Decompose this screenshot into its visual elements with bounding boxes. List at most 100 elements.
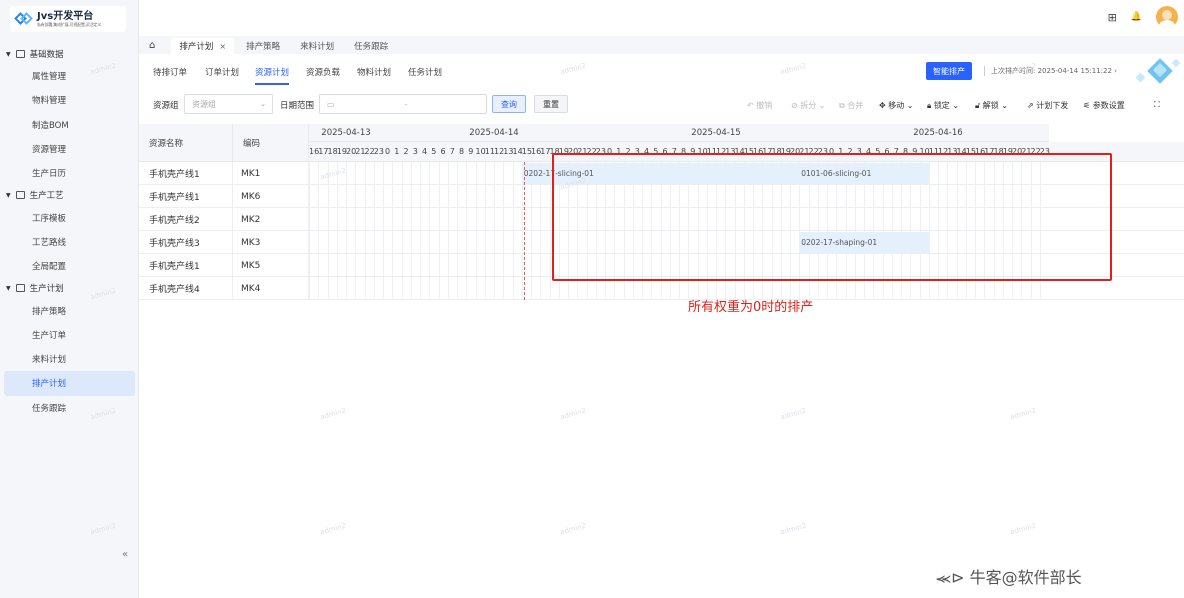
grid-line [401, 162, 403, 300]
hour-label: 19 [336, 147, 347, 156]
sidebar-item[interactable]: 任务跟踪 [0, 396, 139, 420]
grid-line [512, 162, 514, 300]
logo-subtitle: 私有部署,集成扩展,可视配置,灵活定义 [37, 21, 102, 27]
resource-code-cell: MK4 [233, 277, 309, 300]
hour-label: 14 [512, 147, 523, 156]
resource-name-cell: 手机壳产线4 [139, 277, 233, 300]
apps-grid-icon[interactable]: ⊞ [1108, 11, 1117, 24]
caret-down-icon: ▼ [6, 191, 11, 199]
column-header-code[interactable]: 编码 [233, 124, 309, 162]
home-icon[interactable]: ⌂ [149, 40, 155, 54]
subnav-tab[interactable]: 订单计划 [205, 66, 239, 78]
sidebar-item[interactable]: 制造BOM [0, 113, 139, 137]
hour-label: 0 [385, 147, 391, 156]
sidebar-item[interactable]: 资源管理 [0, 137, 139, 161]
date-range-picker[interactable]: ▭ - [319, 94, 487, 114]
watermark: admin2 [559, 406, 587, 422]
menu-group-2[interactable]: ▼ 生产计划 [0, 278, 139, 298]
hour-label: 21 [355, 147, 366, 156]
gantt-day-header: 2025-04-13 [309, 124, 383, 142]
grid-line [484, 162, 486, 300]
undo-button[interactable]: ↶ 撤销 [747, 100, 772, 111]
app-logo[interactable]: Jvs开发平台 私有部署,集成扩展,可视配置,灵活定义 [10, 6, 126, 32]
close-icon[interactable]: × [219, 42, 226, 51]
sidebar-item[interactable]: 排产计划 [4, 371, 135, 396]
column-header-name[interactable]: 资源名称 [139, 124, 233, 162]
subnav-tab[interactable]: 资源负载 [306, 66, 340, 78]
split-button[interactable]: ⊘ 拆分 ⌄ [791, 100, 826, 111]
caret-down-icon: ▼ [6, 50, 11, 58]
sidebar-item[interactable]: 生产订单 [0, 323, 139, 347]
move-button[interactable]: ✥ 移动 ⌄ [879, 100, 914, 111]
tab-label: 排产策略 [246, 42, 281, 52]
hour-label: 12 [494, 147, 505, 156]
resource-code-cell: MK1 [233, 162, 309, 185]
merge-button[interactable]: ⧉ 合并 [839, 100, 863, 111]
page-tab[interactable]: 排产策略 [238, 38, 288, 54]
current-time-line [523, 162, 525, 300]
watermark: admin2 [1009, 406, 1037, 422]
fullscreen-icon[interactable]: ⛶ [1154, 100, 1160, 110]
hour-label: 11 [484, 147, 495, 156]
watermark: admin2 [559, 521, 587, 537]
reset-button[interactable]: 重置 [534, 95, 568, 113]
tab-label: 排产计划 [179, 42, 214, 52]
sidebar-item[interactable]: 全局配置 [0, 254, 139, 278]
sidebar-item[interactable]: 工序模板 [0, 205, 139, 229]
gantt-day-header: 2025-04-16 [827, 124, 1049, 142]
lock-button[interactable]: 🔒︎ 锁定 ⌄ [927, 100, 959, 111]
grid-line [346, 162, 347, 300]
watermark: admin2 [319, 406, 347, 422]
subnav-tab[interactable]: 物料计划 [357, 66, 391, 78]
query-button[interactable]: 查询 [492, 95, 526, 113]
resource-group-select[interactable]: 资源组 ⌄ [184, 94, 273, 114]
top-header: ⊞ 🔔 [139, 0, 1184, 36]
grid-line [410, 162, 412, 300]
menu-group-0[interactable]: ▼ 基础数据 [0, 44, 139, 64]
group-icon [15, 50, 25, 58]
menu-group-label: 基础数据 [29, 50, 64, 60]
page-tab[interactable]: 任务跟踪 [346, 38, 396, 54]
grid-line [429, 162, 431, 300]
bell-icon[interactable]: 🔔 [1131, 12, 1142, 22]
subnav-tab[interactable]: 任务计划 [408, 66, 442, 78]
hour-label: 8 [459, 147, 465, 156]
resource-code-cell: MK2 [233, 208, 309, 231]
hour-label: 1 [394, 147, 400, 156]
sidebar-item[interactable]: 生产日历 [0, 161, 139, 185]
unlock-button[interactable]: 🔓︎ 解锁 ⌄ [975, 100, 1008, 111]
tab-label: 任务跟踪 [354, 42, 389, 52]
page-tab[interactable]: 来料计划 [292, 38, 342, 54]
watermark: admin2 [319, 521, 347, 537]
grid-line [309, 162, 310, 300]
hour-label: 5 [431, 147, 437, 156]
collapse-sidebar-icon[interactable]: « [122, 549, 128, 560]
hour-label: 16 [309, 147, 320, 156]
page-tabs: ⌂ 排产计划 × 排产策略 来料计划 任务跟踪 [139, 36, 1184, 54]
sidebar-item[interactable]: 来料计划 [0, 347, 139, 371]
param-settings-button[interactable]: ⚟ 参数设置 [1083, 100, 1125, 111]
footer-watermark: ⪻⊳ 牛客@软件部长 [936, 568, 1082, 587]
annotation-text: 所有权重为0时的排产 [688, 300, 814, 315]
sidebar-item[interactable]: 工艺路线 [0, 230, 139, 254]
last-run-time: 上次排产时间: 2025-04-14 15:11:22 › [984, 66, 1117, 76]
hour-label: 23 [373, 147, 384, 156]
hour-label: 15 [521, 147, 532, 156]
subnav-tab[interactable]: 资源计划 [255, 66, 290, 85]
resource-name-cell: 手机壳产线1 [139, 185, 233, 208]
sidebar-item[interactable]: 属性管理 [0, 64, 139, 88]
sidebar-item[interactable]: 物料管理 [0, 88, 139, 112]
group-icon [15, 284, 25, 293]
issue-plan-button[interactable]: ⇗ 计划下发 [1027, 100, 1068, 111]
group-icon [15, 191, 25, 200]
subnav-tab[interactable]: 待排订单 [153, 66, 187, 78]
page-tab[interactable]: 排产计划 × [171, 38, 235, 54]
menu-group-1[interactable]: ▼ 生产工艺 [0, 185, 139, 205]
grid-line [420, 162, 421, 300]
smart-schedule-button[interactable]: 智能排产 [926, 62, 972, 80]
sidebar-item[interactable]: 排产策略 [0, 298, 139, 322]
avatar[interactable] [1156, 6, 1178, 28]
resource-name-cell: 手机壳产线1 [139, 162, 233, 185]
date-range-label: 日期范围 [280, 101, 315, 111]
grid-line [336, 162, 338, 300]
